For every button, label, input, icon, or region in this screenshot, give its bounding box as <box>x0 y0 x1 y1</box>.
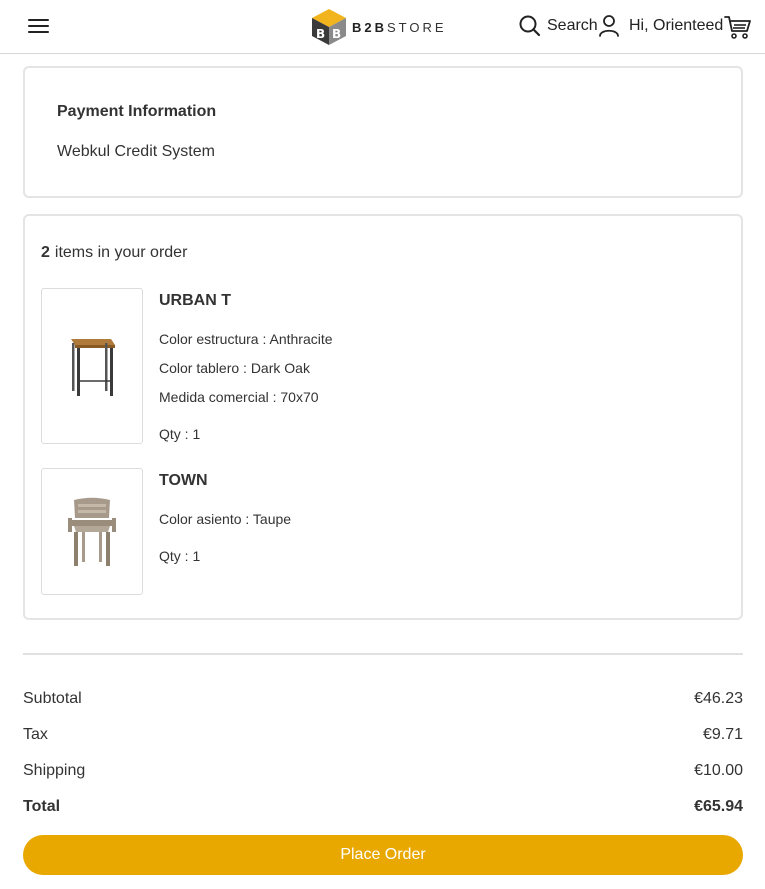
item-attribute: Color estructura : Anthracite <box>159 331 333 347</box>
item-quantity: Qty : 1 <box>159 426 201 442</box>
search-label: Search <box>547 17 598 34</box>
items-heading-text: items in your order <box>54 244 188 261</box>
site-header: B B B2BSTORE Search Hi, Orienteed <box>0 0 765 54</box>
svg-text:B: B <box>316 27 325 41</box>
account-menu[interactable]: Hi, Orienteed <box>598 14 723 38</box>
payment-information-title: Payment Information <box>57 103 217 120</box>
item-image[interactable] <box>41 468 143 595</box>
user-icon <box>599 15 619 37</box>
user-greeting: Hi, Orienteed <box>629 17 724 34</box>
search-button[interactable]: Search <box>518 14 598 38</box>
subtotal-label: Subtotal <box>23 690 82 707</box>
search-icon <box>519 15 541 37</box>
payment-information-card: Payment Information Webkul Credit System <box>23 66 743 198</box>
item-name[interactable]: URBAN T <box>159 292 231 310</box>
summary-divider <box>23 653 743 655</box>
item-attribute: Color asiento : Taupe <box>159 511 292 527</box>
cart-button[interactable] <box>724 14 752 47</box>
place-order-button[interactable]: Place Order <box>23 835 743 875</box>
svg-text:B: B <box>332 27 341 41</box>
payment-method: Webkul Credit System <box>57 143 215 160</box>
item-name[interactable]: TOWN <box>159 472 208 490</box>
items-count-heading: 2 items in your order <box>41 244 187 262</box>
cart-icon <box>724 16 751 39</box>
item-attribute: Medida comercial : 70x70 <box>159 389 319 405</box>
b2b-store-logo[interactable]: B B B2BSTORE <box>310 6 447 48</box>
total-label: Total <box>23 798 61 815</box>
shipping-value: €10.00 <box>694 762 743 779</box>
logo-mark-icon: B B <box>312 9 346 45</box>
shipping-label: Shipping <box>23 762 86 779</box>
tax-value: €9.71 <box>702 726 743 743</box>
items-count: 2 <box>41 244 50 261</box>
armchair-product-image <box>68 497 116 566</box>
total-value: €65.94 <box>694 798 743 815</box>
tax-label: Tax <box>23 726 48 743</box>
item-image[interactable] <box>41 288 143 444</box>
bar-table-product-image <box>71 339 115 396</box>
item-attribute: Color tablero : Dark Oak <box>159 360 310 376</box>
logo-text: B2BSTORE <box>352 19 447 35</box>
hamburger-menu-icon[interactable] <box>28 17 50 35</box>
order-items-card: 2 items in your order URBAN T Color estru… <box>23 214 743 620</box>
subtotal-value: €46.23 <box>694 690 743 707</box>
item-quantity: Qty : 1 <box>159 548 201 564</box>
